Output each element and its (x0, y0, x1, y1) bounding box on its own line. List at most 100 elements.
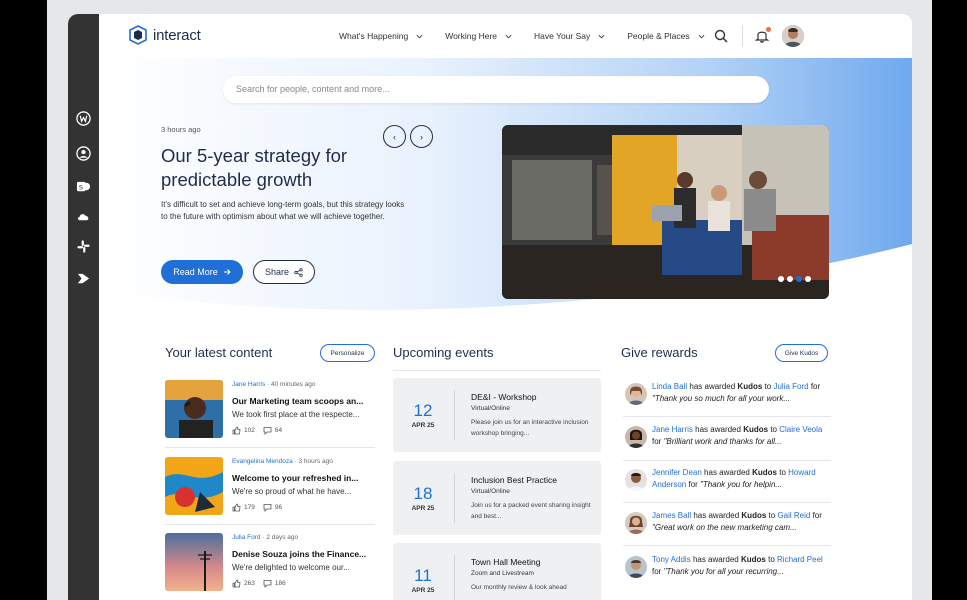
list-item[interactable]: Evangelina Mendoza · 3 hours ago Welcome… (165, 457, 375, 517)
app-window: S interact What's Happening Working Here (68, 14, 912, 600)
content-author[interactable]: Julia Ford (232, 534, 261, 541)
kudos-to: to (768, 555, 775, 564)
kudos-text: Jane Harris has awarded Kudos to Claire … (652, 424, 830, 448)
thumbs-up-icon[interactable] (232, 426, 241, 435)
nav-label: What's Happening (339, 31, 409, 41)
kudos-recipient[interactable]: Gail Reid (777, 511, 810, 520)
content-author[interactable]: Evangelina Mendoza (232, 458, 293, 465)
content-stats: 179 96 (232, 503, 282, 512)
event-date: 11 APR 25 (393, 543, 453, 600)
event-card[interactable]: 12 APR 25 DE&I - Workshop Virtual/Online… (393, 378, 601, 452)
nav-whats-happening[interactable]: What's Happening (339, 31, 423, 41)
search-input[interactable]: Search for people, content and more... (223, 76, 769, 103)
power-automate-icon[interactable] (75, 270, 91, 286)
slack-icon[interactable] (75, 238, 91, 254)
kudos-text: James Ball has awarded Kudos to Gail Rei… (652, 510, 830, 534)
content-thumbnail (165, 533, 223, 591)
give-rewards-title: Give rewards (621, 345, 698, 360)
content-title[interactable]: Welcome to your refreshed in... (232, 473, 358, 483)
upcoming-events-title: Upcoming events (393, 345, 494, 360)
content-time: 3 hours ago (298, 458, 333, 465)
share-button[interactable]: Share (253, 260, 315, 284)
event-description: Our monthly review & look ahead (471, 584, 567, 591)
nav-people-places[interactable]: People & Places (627, 31, 705, 41)
hero-title: Our 5-year strategy for predictable grow… (161, 145, 348, 190)
carousel-dot[interactable] (778, 276, 784, 282)
comment-icon[interactable] (263, 579, 272, 588)
kudos-verb: has awarded (692, 555, 739, 564)
content-excerpt: We took first place at the respecte... (232, 410, 360, 419)
personalize-button[interactable]: Personalize (320, 344, 375, 362)
sharepoint-icon[interactable]: S (75, 178, 91, 194)
content-time: 2 days ago (266, 534, 299, 541)
kudos-sender[interactable]: Jane Harris (652, 425, 693, 434)
kudos-to: to (768, 511, 776, 520)
interact-w-icon[interactable] (75, 110, 91, 126)
list-item[interactable]: Julia Ford · 2 days ago Denise Souza joi… (165, 533, 375, 593)
kudos-to: to (764, 382, 772, 391)
kudos-item[interactable]: James Ball has awarded Kudos to Gail Rei… (623, 509, 831, 549)
event-day: 11 (414, 566, 432, 585)
give-kudos-button[interactable]: Give Kudos (775, 344, 828, 362)
carousel-dot[interactable] (787, 276, 793, 282)
content-excerpt: We're so proud of what he have... (232, 487, 352, 496)
hero-image (502, 125, 829, 299)
event-card[interactable]: 11 APR 25 Town Hall Meeting Zoom and Liv… (393, 543, 601, 600)
logo[interactable]: interact (129, 25, 201, 45)
content-title[interactable]: Denise Souza joins the Finance... (232, 549, 366, 559)
kudos-sender[interactable]: Tony Addis (652, 555, 691, 564)
kudos-recipient[interactable]: Julia Ford (773, 382, 808, 391)
divider (165, 447, 375, 448)
carousel-next-button[interactable]: › (410, 125, 433, 148)
kudos-item[interactable]: Jennifer Dean has awarded Kudos to Howar… (623, 466, 831, 506)
avatar (625, 512, 647, 534)
svg-text:S: S (78, 183, 82, 191)
kudos-item[interactable]: Tony Addis has awarded Kudos to Richard … (623, 553, 831, 593)
kudos-to: to (779, 468, 786, 477)
kudos-verb: has awarded (704, 468, 750, 477)
content-title[interactable]: Our Marketing team scoops an... (232, 396, 363, 406)
read-more-button[interactable]: Read More (161, 260, 243, 284)
divider (454, 555, 455, 600)
carousel-dot[interactable] (805, 276, 811, 282)
comment-icon[interactable] (263, 503, 272, 512)
content-author[interactable]: Jane Harris (232, 381, 265, 388)
logo-text: interact (153, 26, 201, 44)
hero-time: 3 hours ago (161, 125, 201, 134)
list-item[interactable]: Jane Harris · 40 minutes ago Our Marketi… (165, 380, 375, 440)
event-description: Join us for a packed event sharing insig… (471, 502, 591, 520)
like-count: 263 (244, 580, 255, 587)
avatar (625, 383, 647, 405)
kudos-sender[interactable]: Jennifer Dean (652, 468, 702, 477)
kudos-item[interactable]: Linda Ball has awarded Kudos to Julia Fo… (623, 380, 831, 420)
nav-have-your-say[interactable]: Have Your Say (534, 31, 605, 41)
kudos-sender[interactable]: James Ball (652, 511, 691, 520)
kudos-item[interactable]: Jane Harris has awarded Kudos to Claire … (623, 423, 831, 463)
kudos-text: Jennifer Dean has awarded Kudos to Howar… (652, 467, 830, 491)
arrow-right-icon (223, 269, 231, 275)
kudos-recipient[interactable]: Claire Veola (779, 425, 822, 434)
user-avatar[interactable] (782, 25, 804, 47)
kudos-for: for (810, 382, 821, 391)
profile-icon[interactable] (75, 145, 91, 161)
comment-icon[interactable] (263, 426, 272, 435)
share-icon (294, 267, 303, 277)
nav-working-here[interactable]: Working Here (445, 31, 512, 41)
kudos-text: Tony Addis has awarded Kudos to Richard … (652, 554, 830, 578)
content-stats: 263 186 (232, 579, 286, 588)
kudos-recipient[interactable]: Richard Peel (777, 555, 823, 564)
event-type: Zoom and Livestream (471, 570, 534, 577)
search-icon[interactable] (714, 29, 728, 43)
carousel-dot-active[interactable] (796, 276, 802, 282)
thumbs-up-icon[interactable] (232, 579, 241, 588)
divider (623, 545, 831, 546)
chevron-left-icon: ‹ (393, 131, 396, 142)
content-meta: Jane Harris · 40 minutes ago (232, 381, 316, 388)
chevron-down-icon (505, 34, 512, 38)
thumbs-up-icon[interactable] (232, 503, 241, 512)
event-date: 18 APR 25 (393, 461, 453, 535)
kudos-sender[interactable]: Linda Ball (652, 382, 687, 391)
cloud-icon[interactable] (75, 208, 91, 224)
event-card[interactable]: 18 APR 25 Inclusion Best Practice Virtua… (393, 461, 601, 535)
kudos-word: Kudos (743, 425, 769, 434)
